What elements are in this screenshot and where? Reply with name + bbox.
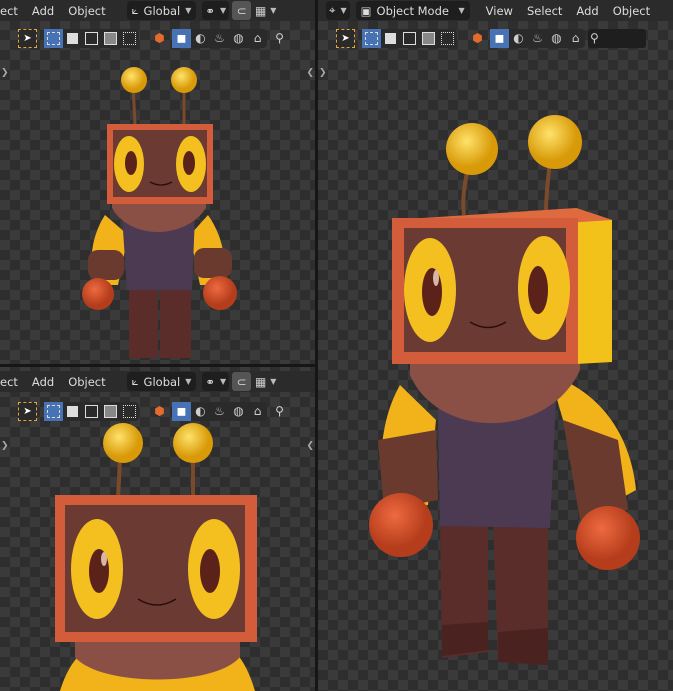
viewport-right[interactable]: ⌖ ▼ ▣ Object Mode ▼ View Select Add Objec… (318, 0, 673, 691)
robot-render-closeup (55, 423, 257, 691)
robot-render-three-quarter (369, 115, 640, 665)
viewport-bottom-left[interactable]: ect Add Object ⟀ Global ▼ ⚭ ▼ ⊂ ▦ ▼ ➤ ⬢ ◼… (0, 367, 315, 691)
robot-render-front (82, 67, 237, 358)
viewport-top-left[interactable]: ect Add Object ⟀ Global ▼ ⚭ ▼ ⊂ ▦ ▼ ➤ ⬢ ◼… (0, 0, 315, 364)
